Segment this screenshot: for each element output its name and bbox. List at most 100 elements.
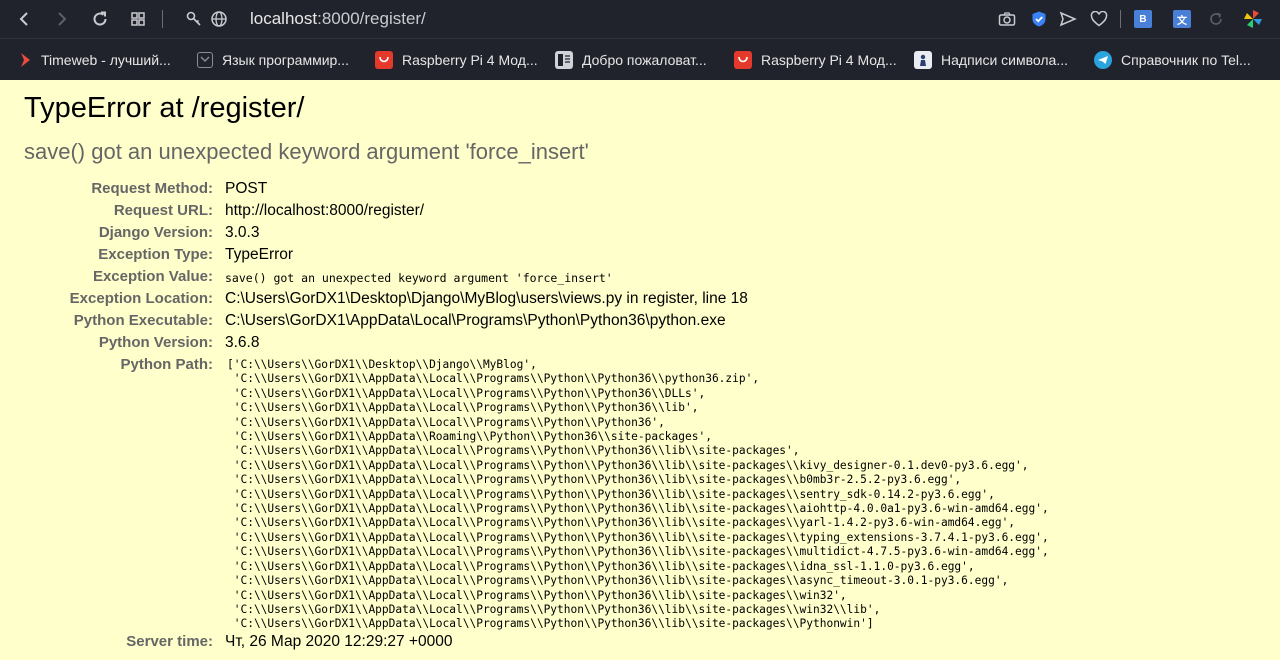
send-icon	[1059, 11, 1077, 27]
adblock-button[interactable]	[1029, 9, 1049, 29]
bookmarks-bar: Timeweb - лучший... Язык программир... R…	[0, 38, 1280, 80]
python-path-entry: 'C:\\Users\\GorDX1\\AppData\\Local\\Prog…	[227, 401, 699, 415]
error-title: TypeError at /register/	[24, 92, 305, 124]
grid-icon	[131, 12, 145, 26]
site-settings-button[interactable]	[183, 8, 205, 30]
python-path-entry: 'C:\\Users\\GorDX1\\AppData\\Local\\Prog…	[227, 617, 874, 631]
error-page: TypeError at /register/ save() got an un…	[0, 80, 1280, 660]
python-path-entry: 'C:\\Users\\GorDX1\\AppData\\Local\\Prog…	[227, 530, 1049, 544]
telegram-icon	[1094, 51, 1112, 69]
aliexpress-icon	[375, 51, 393, 69]
detail-value: C:\Users\GorDX1\AppData\Local\Programs\P…	[225, 312, 726, 329]
shield-icon	[1032, 11, 1046, 27]
detail-row: Request Method: POST	[0, 180, 1280, 202]
python-path-entry: 'C:\\Users\\GorDX1\\AppData\\Local\\Prog…	[227, 559, 975, 573]
reload-button[interactable]	[89, 8, 111, 30]
server-time-row: Server time: Чт, 26 Мар 2020 12:29:27 +0…	[0, 633, 1280, 655]
heart-icon	[1090, 11, 1108, 27]
bookmark-item[interactable]: Надписи символа...	[914, 49, 1068, 71]
reload-icon	[93, 11, 107, 26]
server-time-value: Чт, 26 Мар 2020 12:29:27 +0000	[225, 633, 453, 650]
detail-value: save() got an unexpected keyword argumen…	[225, 271, 613, 285]
url-host: localhost	[250, 9, 318, 28]
python-path-entry: 'C:\\Users\\GorDX1\\AppData\\Local\\Prog…	[227, 502, 1049, 516]
bookmark-item[interactable]: Добро пожаловат...	[555, 49, 707, 71]
forward-button[interactable]	[51, 8, 73, 30]
page-icon	[555, 51, 573, 69]
extension-sync-button[interactable]	[1206, 9, 1226, 29]
detail-value: TypeError	[225, 246, 294, 263]
error-message: save() got an unexpected keyword argumen…	[24, 139, 589, 164]
detail-label: Django Version:	[98, 224, 213, 241]
chess-icon	[914, 51, 932, 69]
sync-icon	[1210, 12, 1222, 25]
python-path-entry: 'C:\\Users\\GorDX1\\AppData\\Local\\Prog…	[227, 588, 847, 602]
detail-value: 3.6.8	[225, 334, 260, 351]
send-button[interactable]	[1058, 9, 1078, 29]
timeweb-icon	[20, 51, 32, 69]
detail-row: Exception Value: save() got an unexpecte…	[0, 268, 1280, 290]
python-path-list: ['C:\\Users\\GorDX1\\Desktop\\Django\\My…	[227, 358, 1049, 632]
back-button[interactable]	[13, 8, 35, 30]
python-path-entry: ['C:\\Users\\GorDX1\\Desktop\\Django\\My…	[227, 358, 537, 371]
bookmark-label: Язык программир...	[222, 52, 349, 68]
python-path-entry: 'C:\\Users\\GorDX1\\AppData\\Local\\Prog…	[227, 415, 665, 429]
python-path-entry: 'C:\\Users\\GorDX1\\AppData\\Local\\Prog…	[227, 574, 1009, 588]
python-path-entry: 'C:\\Users\\GorDX1\\AppData\\Local\\Prog…	[227, 386, 706, 400]
address-bar[interactable]: localhost:8000/register/	[250, 9, 426, 29]
detail-value: http://localhost:8000/register/	[225, 202, 425, 219]
pinwheel-logo-icon	[1244, 10, 1262, 28]
detail-value: 3.0.3	[225, 224, 260, 241]
python-path-entry: 'C:\\Users\\GorDX1\\AppData\\Local\\Prog…	[227, 602, 881, 616]
detail-label: Request Method:	[91, 180, 213, 197]
key-icon	[186, 11, 201, 26]
bookmark-item[interactable]: Raspberry Pi 4 Мод...	[734, 49, 897, 71]
extension-google-translate-button[interactable]: 文	[1172, 9, 1192, 29]
detail-label: Exception Type:	[98, 246, 213, 263]
detail-label: Python Executable:	[73, 312, 213, 329]
translate-extension-icon: B	[1134, 10, 1152, 28]
detail-label: Exception Value:	[92, 268, 213, 285]
forward-arrow-icon	[58, 12, 67, 26]
bookmark-item[interactable]: Timeweb - лучший...	[20, 49, 171, 71]
site-info-button[interactable]	[208, 8, 230, 30]
python-path-entry: 'C:\\Users\\GorDX1\\AppData\\Local\\Prog…	[227, 444, 800, 458]
screenshot-button[interactable]	[997, 9, 1017, 29]
bookmark-label: Timeweb - лучший...	[41, 52, 171, 68]
detail-value: C:\Users\GorDX1\Desktop\Django\MyBlog\us…	[225, 290, 748, 307]
bookmark-label: Добро пожаловат...	[582, 52, 707, 68]
globe-icon	[211, 11, 227, 27]
bookmark-item[interactable]: Справочник по Tel...	[1094, 49, 1251, 71]
toolbar-divider	[162, 10, 163, 28]
document-icon	[197, 52, 213, 68]
browser-logo-button[interactable]	[1243, 9, 1263, 29]
detail-value: POST	[225, 180, 268, 197]
detail-label: Python Path:	[120, 356, 214, 373]
toolbar-divider-right	[1120, 10, 1121, 28]
extension-translate-button[interactable]: B	[1133, 9, 1153, 29]
python-path-entry: 'C:\\Users\\GorDX1\\AppData\\Local\\Prog…	[227, 545, 1049, 559]
detail-label: Exception Location:	[69, 290, 213, 307]
aliexpress-icon	[734, 51, 752, 69]
python-path-entry: 'C:\\Users\\GorDX1\\AppData\\Local\\Prog…	[227, 372, 760, 386]
python-path-entry: 'C:\\Users\\GorDX1\\AppData\\Local\\Prog…	[227, 473, 962, 487]
python-path-entry: 'C:\\Users\\GorDX1\\AppData\\Local\\Prog…	[227, 516, 1016, 530]
url-path: :8000/register/	[317, 9, 426, 28]
bookmark-label: Raspberry Pi 4 Мод...	[402, 52, 538, 68]
bookmark-label: Справочник по Tel...	[1121, 52, 1251, 68]
bookmark-item[interactable]: Raspberry Pi 4 Мод...	[375, 49, 538, 71]
detail-label: Request URL:	[113, 202, 213, 219]
favorites-button[interactable]	[1089, 9, 1109, 29]
detail-row: Exception Location: C:\Users\GorDX1\Desk…	[0, 290, 1280, 312]
server-time-label: Server time:	[126, 633, 213, 650]
detail-row: Request URL: http://localhost:8000/regis…	[0, 202, 1280, 224]
google-translate-icon: 文	[1173, 10, 1191, 28]
camera-icon	[998, 12, 1016, 26]
browser-toolbar: localhost:8000/register/ B 文	[0, 0, 1280, 38]
speed-dial-button[interactable]	[127, 8, 149, 30]
bookmark-label: Надписи символа...	[941, 52, 1069, 68]
detail-row: Python Version: 3.6.8	[0, 334, 1280, 356]
python-path-entry: 'C:\\Users\\GorDX1\\AppData\\Local\\Prog…	[227, 487, 995, 501]
bookmark-item[interactable]: Язык программир...	[197, 49, 349, 71]
detail-row: Django Version: 3.0.3	[0, 224, 1280, 246]
